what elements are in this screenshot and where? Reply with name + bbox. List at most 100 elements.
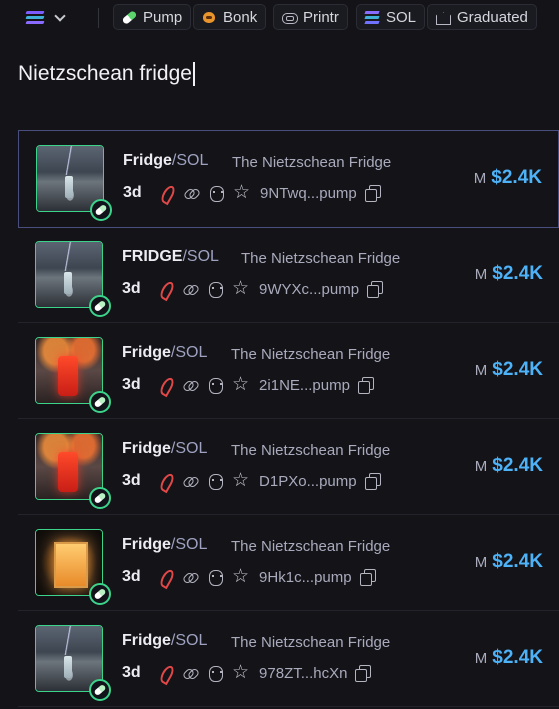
market-cap: M $2.4K	[474, 647, 543, 668]
filter-sol[interactable]: SOL	[356, 4, 426, 30]
token-address: 9NTwq...pump	[260, 184, 357, 202]
mask-icon[interactable]	[207, 569, 223, 586]
link-icon[interactable]	[182, 665, 198, 681]
token-age: 3d	[122, 568, 141, 585]
filter-pump[interactable]: Pump	[113, 4, 192, 30]
link-icon[interactable]	[183, 185, 199, 201]
token-ticker: FRIDGE/SOL	[122, 248, 219, 265]
token-address: 978ZT...hcXn	[259, 664, 348, 682]
token-meta: 3d ☆ 9NTwq...pump	[123, 183, 381, 203]
bonk-icon	[201, 9, 217, 25]
token-name: The Nietzschean Fridge	[231, 346, 391, 363]
token-age: 3d	[122, 280, 141, 297]
token-age: 3d	[123, 184, 142, 201]
feather-icon[interactable]	[157, 473, 173, 489]
crown-icon	[435, 9, 451, 25]
market-cap: M $2.4K	[473, 167, 542, 188]
search-input[interactable]: Nietzschean fridge	[18, 58, 538, 90]
solana-logo-icon	[25, 10, 46, 26]
result-row[interactable]: Fridge/SOL The Nietzschean Fridge 3d ☆ 2…	[18, 323, 559, 419]
star-icon[interactable]: ☆	[232, 471, 249, 490]
token-ticker: Fridge/SOL	[122, 536, 208, 553]
feather-icon[interactable]	[157, 377, 173, 393]
chain-selector[interactable]	[25, 6, 66, 30]
result-row[interactable]: FRIDGE/SOL The Nietzschean Fridge 3d ☆ 9…	[18, 227, 559, 323]
token-ticker: Fridge/SOL	[122, 440, 208, 457]
feather-icon[interactable]	[158, 185, 174, 201]
printr-icon	[281, 9, 298, 25]
link-icon[interactable]	[182, 377, 198, 393]
filter-label: Bonk	[223, 8, 258, 26]
pump-badge-icon	[89, 391, 111, 413]
token-address: 2i1NE...pump	[259, 376, 350, 394]
filter-bar: Pump Bonk Printr SOL Graduated	[0, 0, 559, 36]
copy-icon[interactable]	[364, 473, 381, 490]
mask-icon[interactable]	[207, 665, 223, 682]
filter-label: SOL	[386, 8, 417, 26]
token-address: D1PXo...pump	[259, 472, 357, 490]
copy-icon[interactable]	[367, 281, 384, 298]
filter-printr[interactable]: Printr	[273, 4, 348, 30]
result-row[interactable]: Fridge/SOL The Nietzschean Fridge 3d ☆ 9…	[18, 611, 559, 707]
star-icon[interactable]: ☆	[232, 375, 249, 394]
token-ticker: Fridge/SOL	[123, 152, 209, 169]
star-icon[interactable]: ☆	[232, 279, 249, 298]
star-icon[interactable]: ☆	[232, 567, 249, 586]
mask-icon[interactable]	[207, 281, 223, 298]
search-value: Nietzschean fridge	[18, 62, 192, 85]
token-name: The Nietzschean Fridge	[232, 154, 392, 171]
token-meta: 3d ☆ 2i1NE...pump	[122, 375, 374, 395]
link-icon[interactable]	[182, 281, 198, 297]
token-name: The Nietzschean Fridge	[231, 442, 391, 459]
token-name: The Nietzschean Fridge	[231, 538, 391, 555]
text-caret	[192, 62, 195, 86]
result-row[interactable]: Fridge/SOL The Nietzschean Fridge 3d ☆ 9…	[18, 515, 559, 611]
copy-icon[interactable]	[364, 185, 381, 202]
star-icon[interactable]: ☆	[232, 663, 249, 682]
divider	[98, 8, 99, 28]
filter-graduated[interactable]: Graduated	[427, 4, 537, 30]
token-meta: 3d ☆ 9WYXc...pump	[122, 279, 384, 299]
token-ticker: Fridge/SOL	[122, 344, 208, 361]
token-age: 3d	[122, 472, 141, 489]
market-cap: M $2.4K	[474, 263, 543, 284]
feather-icon[interactable]	[157, 569, 173, 585]
link-icon[interactable]	[182, 569, 198, 585]
copy-icon[interactable]	[355, 665, 372, 682]
mask-icon[interactable]	[207, 377, 223, 394]
token-name: The Nietzschean Fridge	[241, 250, 401, 267]
chevron-down-icon	[54, 10, 66, 22]
mask-icon[interactable]	[208, 185, 224, 202]
mask-icon[interactable]	[207, 473, 223, 490]
filter-label: Printr	[303, 8, 339, 26]
pump-badge-icon	[89, 295, 111, 317]
token-meta: 3d ☆ 9Hk1c...pump	[122, 567, 376, 587]
link-icon[interactable]	[182, 473, 198, 489]
token-age: 3d	[122, 376, 141, 393]
copy-icon[interactable]	[359, 569, 376, 586]
token-age: 3d	[122, 664, 141, 681]
result-row[interactable]: Fridge/SOL The Nietzschean Fridge 3d ☆ 9…	[18, 130, 559, 228]
token-name: The Nietzschean Fridge	[231, 634, 391, 651]
pump-badge-icon	[89, 487, 111, 509]
token-address: 9Hk1c...pump	[259, 568, 352, 586]
filter-bonk[interactable]: Bonk	[193, 4, 267, 30]
market-cap: M $2.4K	[474, 359, 543, 380]
market-cap: M $2.4K	[474, 455, 543, 476]
copy-icon[interactable]	[357, 377, 374, 394]
token-address: 9WYXc...pump	[259, 280, 360, 298]
star-icon[interactable]: ☆	[233, 183, 250, 202]
token-meta: 3d ☆ 978ZT...hcXn	[122, 663, 372, 683]
pump-badge-icon	[90, 199, 112, 221]
token-ticker: Fridge/SOL	[122, 632, 208, 649]
filter-label: Pump	[143, 8, 183, 26]
result-row[interactable]: Fridge/SOL The Nietzschean Fridge 3d ☆ D…	[18, 419, 559, 515]
filter-label: Graduated	[457, 8, 528, 26]
solana-icon	[364, 9, 380, 25]
feather-icon[interactable]	[157, 281, 173, 297]
feather-icon[interactable]	[157, 665, 173, 681]
pump-badge-icon	[89, 583, 111, 605]
market-cap: M $2.4K	[474, 551, 543, 572]
token-meta: 3d ☆ D1PXo...pump	[122, 471, 381, 491]
pump-badge-icon	[89, 679, 111, 701]
